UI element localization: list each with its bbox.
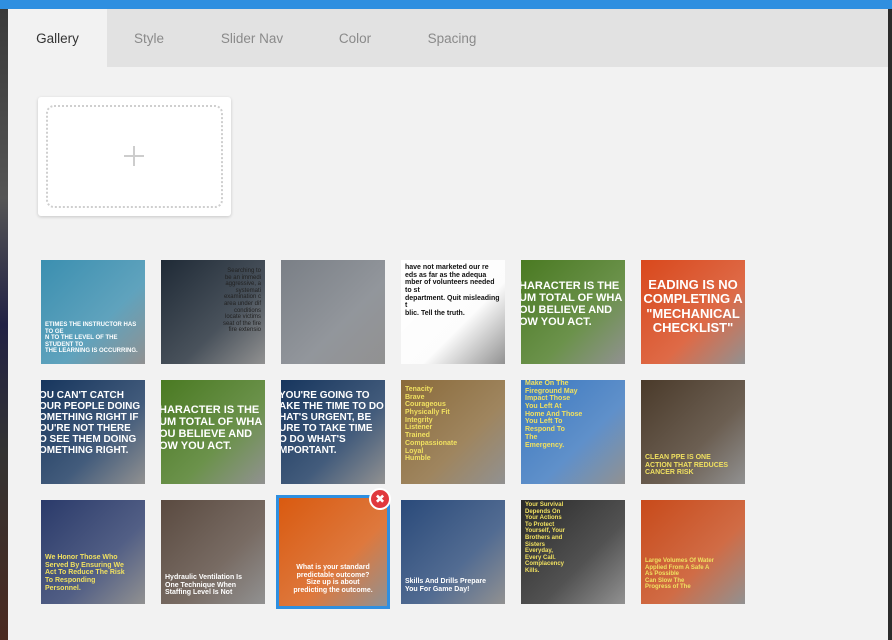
tab-slider-nav[interactable]: Slider Nav: [191, 9, 313, 67]
remove-image-button[interactable]: ✖: [369, 488, 391, 510]
image-caption: Skills And Drills Prepare You For Game D…: [405, 578, 487, 593]
image-caption: Your Survival Depends On Your Actions To…: [525, 502, 566, 574]
gallery-image[interactable]: Your Survival Depends On Your Actions To…: [521, 500, 625, 604]
gallery-image[interactable]: [281, 260, 385, 364]
image-caption: HARACTER IS THE UM TOTAL OF WHA OU BELIE…: [161, 404, 263, 453]
background-edge: [0, 9, 8, 640]
image-caption: have not marketed our re eds as far as t…: [405, 264, 500, 318]
gallery-image[interactable]: Searching to be an immedi aggressive, a …: [161, 260, 265, 364]
gallery-image[interactable]: HARACTER IS THE UM TOTAL OF WHA OU BELIE…: [521, 260, 625, 364]
close-icon: ✖: [374, 492, 386, 506]
tab-bar: Gallery Style Slider Nav Color Spacing: [8, 9, 888, 67]
tab-style[interactable]: Style: [107, 9, 191, 67]
image-caption: Tenacity Brave Courageous Physically Fit…: [405, 386, 458, 463]
image-caption: Make On The Fireground May Impact Those …: [525, 380, 583, 449]
image-caption: Hydraulic Ventilation Is One Technique W…: [165, 574, 243, 597]
gallery-image[interactable]: CLEAN PPE IS ONE ACTION THAT REDUCES CAN…: [641, 380, 745, 484]
gallery-image[interactable]: OU CAN'T CATCH OUR PEOPLE DOING OMETHING…: [41, 380, 145, 484]
gallery-image[interactable]: Hydraulic Ventilation Is One Technique W…: [161, 500, 265, 604]
image-caption: Large Volumes Of Water Applied From A Sa…: [645, 558, 715, 591]
image-caption: CLEAN PPE IS ONE ACTION THAT REDUCES CAN…: [645, 454, 729, 477]
tab-color[interactable]: Color: [313, 9, 397, 67]
gallery-panel: Gallery Style Slider Nav Color Spacing E…: [8, 9, 888, 640]
image-caption: Searching to be an immedi aggressive, a …: [222, 268, 261, 334]
gallery-image[interactable]: Make On The Fireground May Impact Those …: [521, 380, 625, 484]
gallery-image[interactable]: HARACTER IS THE UM TOTAL OF WHA OU BELIE…: [161, 380, 265, 484]
image-caption: ETIMES THE INSTRUCTOR HAS TO GE N TO THE…: [45, 322, 138, 355]
tab-gallery[interactable]: Gallery: [8, 9, 107, 67]
image-caption: What is your standard predictable outcom…: [293, 564, 373, 595]
image-caption: EADING IS NO COMPLETING A "MECHANICAL CH…: [643, 277, 743, 335]
add-image-button[interactable]: [38, 97, 231, 216]
gallery-image[interactable]: What is your standard predictable outcom…: [276, 495, 390, 609]
gallery-image[interactable]: Skills And Drills Prepare You For Game D…: [401, 500, 505, 604]
gallery-image[interactable]: EADING IS NO COMPLETING A "MECHANICAL CH…: [641, 260, 745, 364]
plus-icon: [124, 146, 144, 166]
gallery-image[interactable]: YOU'RE GOING TO AKE THE TIME TO DO HAT'S…: [281, 380, 385, 484]
image-caption: HARACTER IS THE UM TOTAL OF WHA OU BELIE…: [521, 280, 623, 329]
top-accent-bar: [0, 0, 892, 9]
gallery-image[interactable]: We Honor Those Who Served By Ensuring We…: [41, 500, 145, 604]
gallery-image[interactable]: Tenacity Brave Courageous Physically Fit…: [401, 380, 505, 484]
gallery-image[interactable]: have not marketed our re eds as far as t…: [401, 260, 505, 364]
gallery-image[interactable]: Large Volumes Of Water Applied From A Sa…: [641, 500, 745, 604]
image-caption: OU CAN'T CATCH OUR PEOPLE DOING OMETHING…: [41, 390, 141, 456]
tab-spacing[interactable]: Spacing: [397, 9, 507, 67]
image-caption: We Honor Those Who Served By Ensuring We…: [45, 554, 125, 592]
gallery-image[interactable]: ETIMES THE INSTRUCTOR HAS TO GE N TO THE…: [41, 260, 145, 364]
image-caption: YOU'RE GOING TO AKE THE TIME TO DO HAT'S…: [281, 390, 384, 456]
